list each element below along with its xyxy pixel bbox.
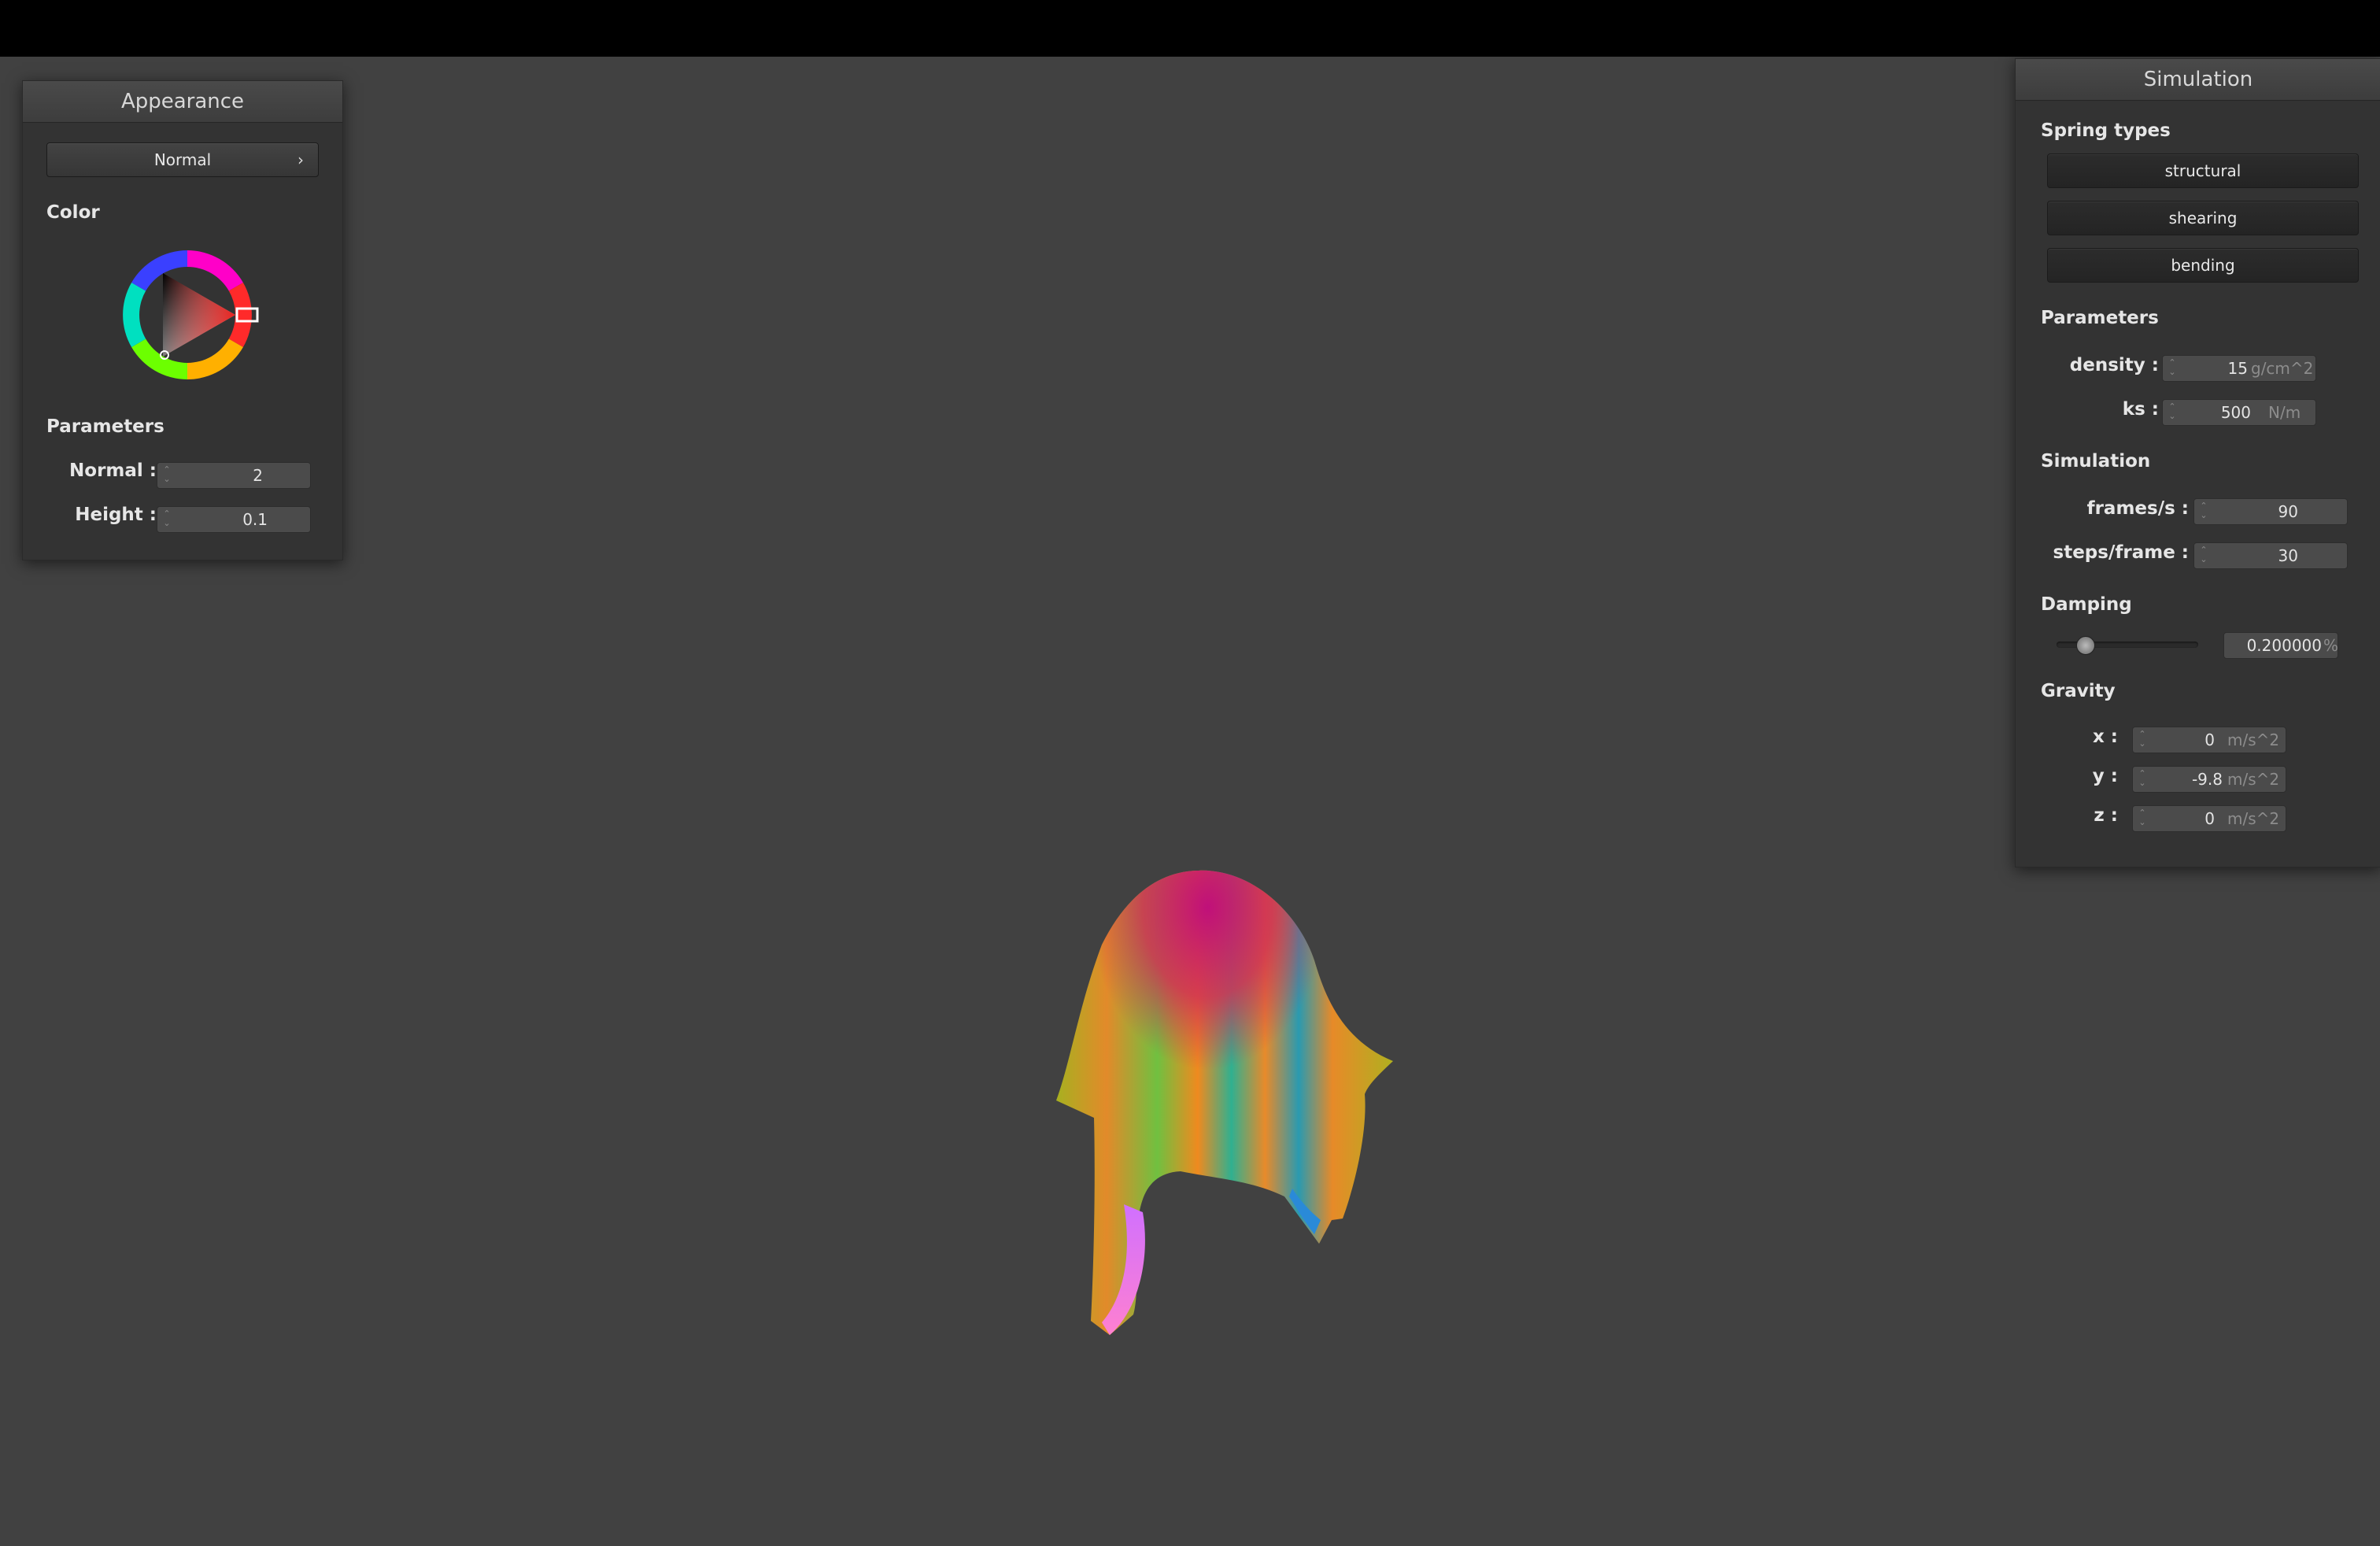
shader-popup-label: Normal (153, 150, 212, 169)
spinner-arrows-icon[interactable]: ⌃ ⌄ (2138, 769, 2147, 790)
frames-per-second-label: frames/s : (2086, 498, 2189, 519)
height-param-field[interactable]: ⌃ ⌄ 0.1 (157, 506, 311, 533)
gravity-label: Gravity (2041, 681, 2116, 701)
spinner-arrows-icon[interactable]: ⌃ ⌄ (2138, 808, 2147, 829)
damping-value: 0.200000 (2246, 636, 2322, 655)
normal-param-value: 2 (253, 466, 263, 485)
color-wheel[interactable] (116, 243, 259, 386)
damping-unit: % (2323, 636, 2339, 655)
spinner-arrows-icon[interactable]: ⌃ ⌄ (2199, 546, 2208, 566)
gravity-y-unit: m/s^2 (2227, 770, 2280, 789)
bending-spring-button[interactable]: bending (2047, 248, 2359, 283)
cloth-render[interactable] (984, 850, 1425, 1385)
ks-field[interactable]: ⌃ ⌄ 500 N/m (2162, 399, 2316, 426)
density-field[interactable]: ⌃ ⌄ 15 g/cm^2 (2162, 355, 2316, 382)
simulation-window-title[interactable]: Simulation (2016, 59, 2380, 101)
damping-slider-knob[interactable] (2076, 636, 2095, 655)
gravity-z-unit: m/s^2 (2227, 809, 2280, 828)
spinner-arrows-icon[interactable]: ⌃ ⌄ (162, 465, 172, 486)
gravity-x-value: 0 (2204, 730, 2215, 749)
structural-spring-button[interactable]: structural (2047, 153, 2359, 188)
appearance-window-title[interactable]: Appearance (23, 81, 342, 123)
spinner-arrows-icon[interactable]: ⌃ ⌄ (2138, 730, 2147, 750)
spring-types-label: Spring types (2041, 120, 2171, 141)
normal-param-field[interactable]: ⌃ ⌄ 2 (157, 462, 311, 489)
height-param-label: Height : (75, 505, 157, 525)
color-section-label: Color (46, 202, 100, 223)
frames-per-second-value: 90 (2278, 502, 2298, 521)
appearance-parameters-label: Parameters (46, 416, 164, 437)
simulation-window: Simulation Spring types structural shear… (2015, 58, 2380, 867)
steps-per-frame-field[interactable]: ⌃ ⌄ 30 (2193, 542, 2348, 569)
gravity-x-label: x : (2092, 727, 2118, 747)
gravity-y-field[interactable]: ⌃ ⌄ -9.8 m/s^2 (2132, 766, 2286, 793)
gravity-x-field[interactable]: ⌃ ⌄ 0 m/s^2 (2132, 727, 2286, 753)
height-param-value: 0.1 (242, 510, 268, 529)
gravity-z-label: z : (2094, 805, 2118, 826)
title-bar (0, 0, 2380, 57)
ks-label: ks : (2122, 399, 2159, 420)
gravity-y-value: -9.8 (2191, 770, 2223, 789)
spinner-arrows-icon[interactable]: ⌃ ⌄ (2168, 358, 2177, 379)
appearance-window: Appearance Normal › Color Parameters Nor… (22, 80, 343, 560)
gravity-x-unit: m/s^2 (2227, 730, 2280, 749)
chevron-right-icon: › (298, 150, 304, 169)
spinner-arrows-icon[interactable]: ⌃ ⌄ (2168, 402, 2177, 423)
steps-per-frame-label: steps/frame : (2053, 542, 2189, 563)
gravity-z-field[interactable]: ⌃ ⌄ 0 m/s^2 (2132, 805, 2286, 832)
damping-field[interactable]: 0.200000 % (2223, 632, 2338, 659)
damping-label: Damping (2041, 594, 2132, 615)
density-value: 15 (2227, 359, 2248, 378)
gravity-y-label: y : (2092, 766, 2118, 786)
simulation-section-label: Simulation (2041, 451, 2151, 472)
density-unit: g/cm^2 (2251, 359, 2314, 378)
shearing-spring-button[interactable]: shearing (2047, 201, 2359, 235)
density-label: density : (2069, 355, 2159, 375)
frames-per-second-field[interactable]: ⌃ ⌄ 90 (2193, 498, 2348, 525)
normal-param-label: Normal : (69, 460, 157, 481)
ks-value: 500 (2220, 403, 2251, 422)
steps-per-frame-value: 30 (2278, 546, 2298, 565)
shader-popup-button[interactable]: Normal › (46, 142, 319, 177)
gravity-z-value: 0 (2204, 809, 2215, 828)
spinner-arrows-icon[interactable]: ⌃ ⌄ (162, 509, 172, 530)
spinner-arrows-icon[interactable]: ⌃ ⌄ (2199, 501, 2208, 522)
sim-parameters-label: Parameters (2041, 308, 2159, 328)
ks-unit: N/m (2268, 403, 2301, 422)
